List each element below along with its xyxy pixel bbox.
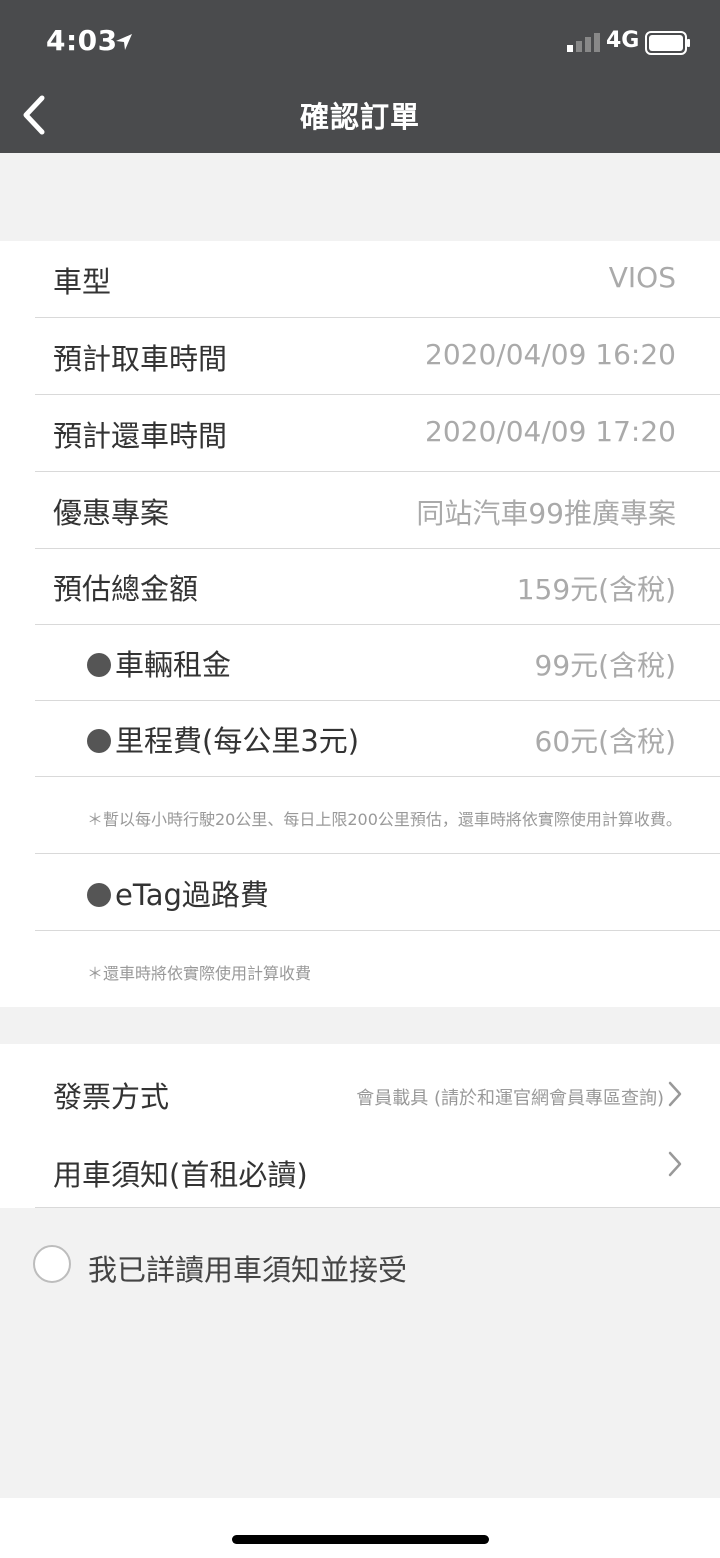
etag-note: ＊還車時將依實際使用計算收費 xyxy=(87,964,312,983)
mileage-fee-text: 里程費(每公里3元) xyxy=(115,724,360,758)
bullet-icon xyxy=(87,729,111,753)
invoice-method-value: 會員載具 (請於和運官網會員專區查詢) xyxy=(356,1088,664,1109)
estimated-total-value: 159元(含稅) xyxy=(516,573,676,606)
rental-notice-row[interactable]: 用車須知(首租必讀) xyxy=(35,1128,720,1208)
rental-fee-text: 車輛租金 xyxy=(115,648,232,682)
home-indicator[interactable] xyxy=(232,1535,489,1544)
etag-note-row: ＊還車時將依實際使用計算收費 xyxy=(35,931,720,1008)
location-arrow-icon xyxy=(116,34,132,50)
mileage-fee-value: 60元(含稅) xyxy=(534,725,676,758)
row-etag-fee: eTag過路費 xyxy=(35,854,720,931)
network-label: 4G xyxy=(606,28,640,53)
row-estimated-total: 預估總金額 159元(含稅) xyxy=(35,548,720,625)
promotion-value: 同站汽車99推廣專案 xyxy=(416,497,676,530)
bullet-icon xyxy=(87,653,111,677)
mileage-fee-label: 里程費(每公里3元) xyxy=(87,718,359,760)
invoice-method-row[interactable]: 發票方式 會員載具 (請於和運官網會員專區查詢) xyxy=(35,1050,720,1128)
etag-fee-label: eTag過路費 xyxy=(87,872,269,914)
order-details-card: 車型 VIOS 預計取車時間 2020/04/09 16:20 預計還車時間 2… xyxy=(0,241,720,1007)
row-promotion: 優惠專案 同站汽車99推廣專案 xyxy=(35,472,720,549)
agreement-text: 我已詳讀用車須知並接受 xyxy=(88,1253,408,1287)
battery-icon xyxy=(645,31,690,55)
car-model-label: 車型 xyxy=(53,265,112,299)
return-time-label: 預計還車時間 xyxy=(53,419,228,453)
etag-fee-text: eTag過路費 xyxy=(115,878,269,912)
bottom-bar xyxy=(0,1498,720,1558)
promotion-label: 優惠專案 xyxy=(53,496,170,530)
row-return-time: 預計還車時間 2020/04/09 17:20 xyxy=(35,395,720,472)
estimated-total-label: 預估總金額 xyxy=(53,572,199,606)
pickup-time-value: 2020/04/09 16:20 xyxy=(425,338,676,371)
rental-notice-label: 用車須知(首租必讀) xyxy=(53,1158,308,1192)
car-model-value: VIOS xyxy=(608,261,676,294)
row-rental-fee: 車輛租金 99元(含稅) xyxy=(35,624,720,701)
agreement-radio[interactable] xyxy=(33,1245,71,1283)
invoice-method-label: 發票方式 xyxy=(53,1080,170,1114)
rental-fee-value: 99元(含稅) xyxy=(534,649,676,682)
mileage-note-row: ＊暫以每小時行駛20公里、每日上限200公里預估，還車時將依實際使用計算收費。 xyxy=(35,777,720,854)
mileage-note: ＊暫以每小時行駛20公里、每日上限200公里預估，還車時將依實際使用計算收費。 xyxy=(87,810,682,829)
rental-fee-label: 車輛租金 xyxy=(87,642,231,684)
chevron-right-icon xyxy=(668,1081,682,1107)
pickup-time-label: 預計取車時間 xyxy=(53,342,228,376)
row-pickup-time: 預計取車時間 2020/04/09 16:20 xyxy=(35,318,720,395)
status-time: 4:03 xyxy=(46,24,118,57)
row-car-model: 車型 VIOS xyxy=(35,241,720,318)
chevron-right-icon xyxy=(668,1151,682,1177)
options-card: 發票方式 會員載具 (請於和運官網會員專區查詢) 用車須知(首租必讀) xyxy=(0,1044,720,1208)
page-title: 確認訂單 xyxy=(299,100,420,134)
signal-bars-icon xyxy=(567,33,600,52)
return-time-value: 2020/04/09 17:20 xyxy=(425,415,676,448)
header-bar: 4:03 4G 確認訂單 xyxy=(0,0,720,153)
bullet-icon xyxy=(87,883,111,907)
row-mileage-fee: 里程費(每公里3元) 60元(含稅) xyxy=(35,700,720,777)
